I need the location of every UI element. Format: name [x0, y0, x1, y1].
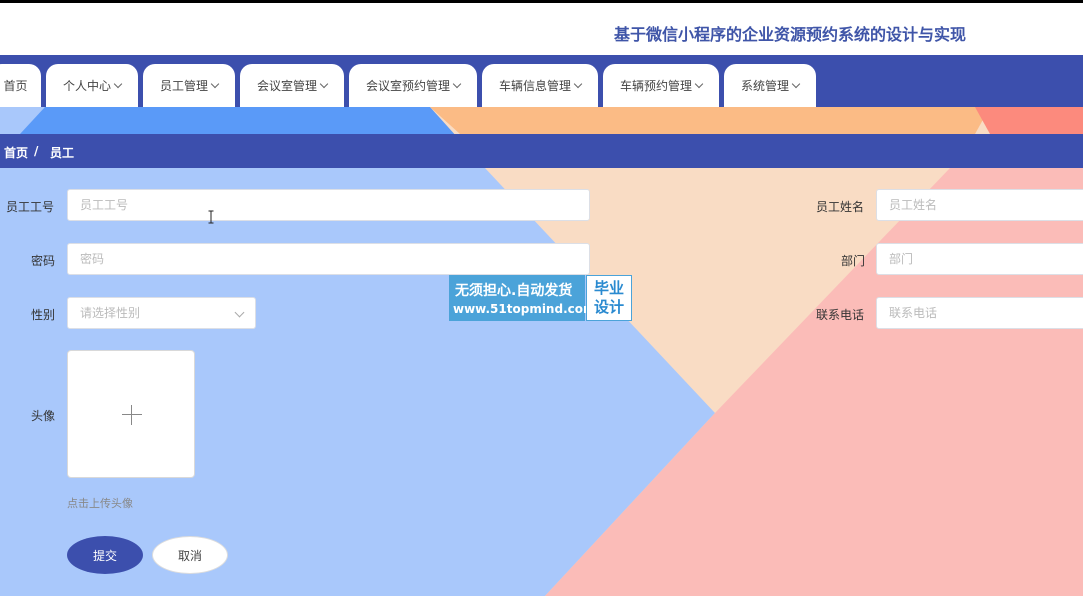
employee-no-label: 员工工号	[6, 200, 55, 214]
chevron-down-icon	[234, 307, 245, 318]
nav-item-meeting-room-booking[interactable]: 会议室预约管理	[349, 64, 477, 107]
nav-item-label: 员工管理	[159, 79, 208, 93]
avatar-label: 头像	[31, 409, 56, 423]
employee-name-label: 员工姓名	[816, 200, 865, 214]
submit-button[interactable]: 提交	[67, 536, 143, 574]
chevron-down-icon	[319, 79, 329, 89]
plus-icon-vertical	[131, 405, 132, 425]
chevron-down-icon	[573, 79, 583, 89]
gender-select[interactable]: 请选择性别	[67, 297, 256, 329]
avatar-upload-hint: 点击上传头像	[67, 497, 133, 510]
nav-item-label: 会议室管理	[256, 79, 317, 93]
chevron-down-icon	[113, 79, 123, 89]
breadcrumb-current: 员工	[50, 146, 75, 160]
avatar-upload[interactable]	[67, 350, 195, 478]
employee-no-input[interactable]	[67, 189, 590, 221]
nav-item-label: 车辆信息管理	[498, 79, 571, 93]
nav-item-label: 会议室预约管理	[365, 79, 450, 93]
plus-icon	[122, 414, 142, 415]
watermark-url: www.51topmind.com	[453, 302, 596, 316]
employee-name-input[interactable]	[876, 189, 1083, 221]
chevron-down-icon	[452, 79, 462, 89]
cancel-button[interactable]: 取消	[152, 536, 228, 574]
watermark-badge-line1: 毕业	[593, 279, 624, 297]
gender-label: 性别	[31, 308, 56, 322]
watermark-badge-line2: 设计	[593, 298, 624, 316]
nav-item-system-management[interactable]: 系统管理	[724, 64, 816, 107]
page-title: 基于微信小程序的企业资源预约系统的设计与实现	[614, 25, 967, 44]
nav-item-label: 系统管理	[740, 79, 789, 93]
watermark: 无须担心.自动发货 www.51topmind.com 毕业 设计	[449, 275, 632, 321]
breadcrumb-separator: /	[34, 144, 39, 158]
department-input[interactable]	[876, 243, 1083, 275]
main-nav: 首页 个人中心 员工管理 会议室管理 会议室预约管理 车辆信息管理 车辆预约管理…	[0, 55, 1083, 107]
breadcrumb-home[interactable]: 首页	[4, 144, 28, 161]
nav-item-personal-center[interactable]: 个人中心	[46, 64, 138, 107]
watermark-banner: 无须担心.自动发货 www.51topmind.com	[449, 275, 596, 321]
chevron-down-icon	[694, 79, 704, 89]
phone-input[interactable]	[876, 297, 1083, 329]
chevron-down-icon	[210, 79, 220, 89]
password-input[interactable]	[67, 243, 590, 275]
gender-select-placeholder: 请选择性别	[80, 306, 141, 320]
header: 基于微信小程序的企业资源预约系统的设计与实现	[0, 3, 1083, 55]
nav-item-label: 首页	[3, 79, 28, 93]
nav-item-label: 个人中心	[62, 79, 111, 93]
chevron-down-icon	[791, 79, 801, 89]
nav-item-home[interactable]: 首页	[0, 64, 41, 107]
watermark-line1: 无须担心.自动发货	[455, 283, 573, 299]
department-label: 部门	[841, 254, 866, 268]
nav-item-label: 车辆预约管理	[619, 79, 692, 93]
breadcrumb: 首页 / 员工	[0, 134, 1083, 168]
text-cursor-icon	[208, 210, 214, 224]
nav-item-employee-management[interactable]: 员工管理	[143, 64, 235, 107]
password-label: 密码	[31, 254, 56, 268]
nav-item-vehicle-booking[interactable]: 车辆预约管理	[603, 64, 719, 107]
nav-item-meeting-room-management[interactable]: 会议室管理	[240, 64, 344, 107]
watermark-badge: 毕业 设计	[586, 275, 632, 321]
phone-label: 联系电话	[816, 308, 865, 322]
nav-item-vehicle-info-management[interactable]: 车辆信息管理	[482, 64, 598, 107]
